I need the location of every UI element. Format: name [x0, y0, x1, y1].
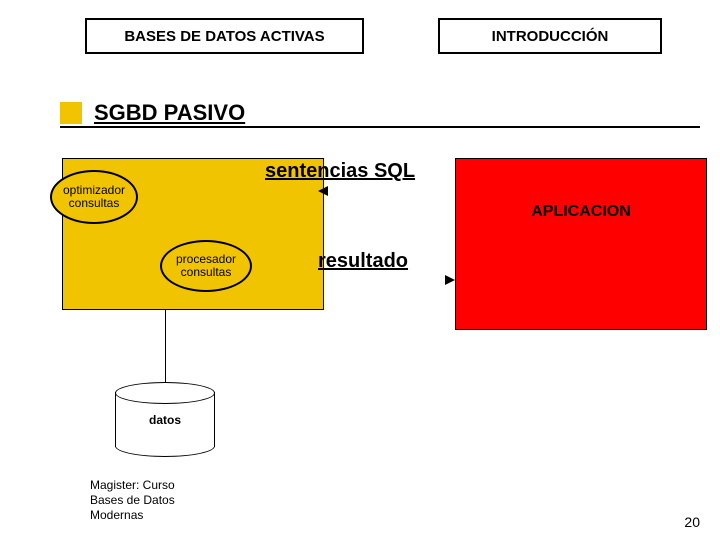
header-left-label: BASES DE DATOS ACTIVAS: [124, 28, 324, 45]
header-left-box: BASES DE DATOS ACTIVAS: [85, 18, 364, 54]
section-title: SGBD PASIVO: [94, 100, 245, 126]
processor-label: procesador consultas: [176, 253, 236, 279]
optimizer-label: optimizador consultas: [63, 184, 125, 210]
header-right-label: INTRODUCCIÓN: [492, 28, 609, 45]
footer-line-2: Bases de Datos: [90, 493, 175, 508]
processor-node: procesador consultas: [160, 240, 252, 292]
db-storage-connector: [165, 308, 166, 388]
page-number: 20: [684, 514, 700, 530]
header-right-box: INTRODUCCIÓN: [438, 18, 662, 54]
storage-label: datos: [115, 382, 215, 457]
storage-cylinder: datos: [115, 382, 215, 457]
footer-credits: Magister: Curso Bases de Datos Modernas: [90, 478, 175, 523]
title-accent-square: [60, 102, 82, 124]
arrow-result-head-icon: [445, 275, 455, 285]
footer-line-3: Modernas: [90, 508, 175, 523]
application-box: APLICACION: [455, 158, 707, 330]
optimizer-node: optimizador consultas: [50, 170, 138, 224]
arrow-result-label: resultado: [318, 250, 408, 273]
footer-line-1: Magister: Curso: [90, 478, 175, 493]
title-rule: [60, 126, 700, 128]
arrow-sql-head-icon: [318, 186, 328, 196]
application-label: APLICACION: [531, 203, 631, 221]
arrow-sql-label: sentencias SQL: [265, 160, 415, 183]
